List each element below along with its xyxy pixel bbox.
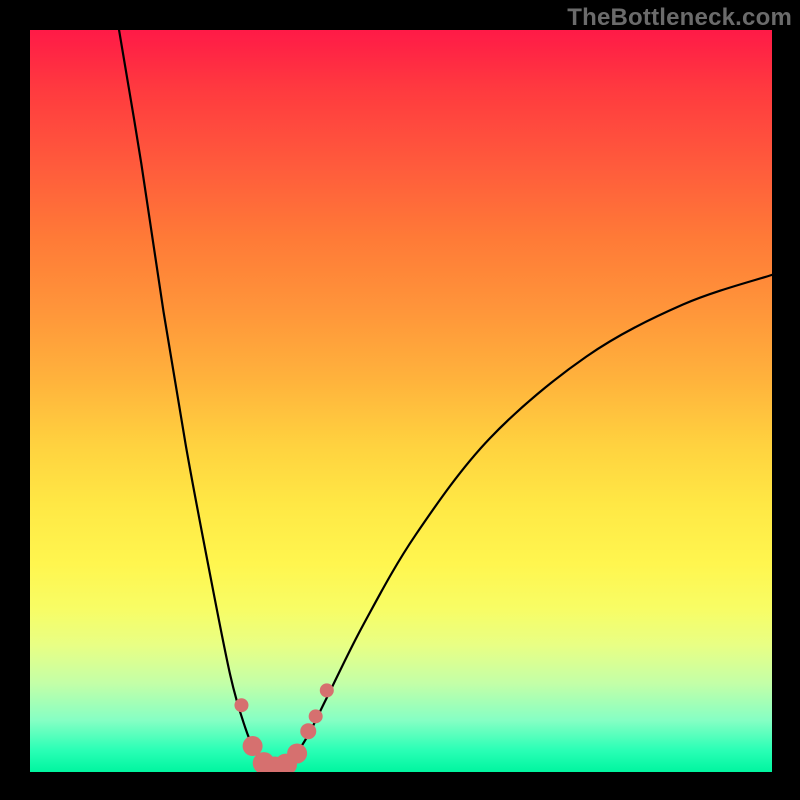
marker-dot [287,743,307,763]
chart-frame: TheBottleneck.com [0,0,800,800]
marker-dot [234,698,248,712]
chart-plot-area [30,30,772,772]
marker-dot [309,709,323,723]
chart-svg [30,30,772,772]
bottleneck-curve [119,30,772,768]
markers-group [234,683,333,772]
marker-dot [300,723,316,739]
watermark-text: TheBottleneck.com [567,4,792,32]
marker-dot [320,683,334,697]
